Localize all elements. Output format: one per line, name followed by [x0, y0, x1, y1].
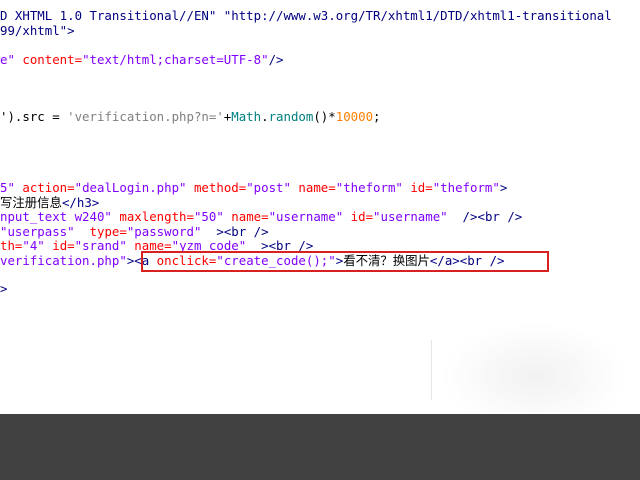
code-token: "theform": [432, 180, 500, 195]
code-token: "post": [246, 180, 291, 195]
bottom-band: [0, 414, 640, 480]
code-token: />: [268, 52, 284, 67]
code-token: 写注册信息: [0, 195, 62, 210]
code-token: 99/xhtml">: [0, 23, 75, 38]
code-token: verification.php": [0, 253, 127, 268]
code-token: "4": [22, 238, 45, 253]
screen-glare-line: [431, 340, 432, 400]
code-line-h3: 写注册信息</h3>: [0, 196, 99, 210]
code-line-userpass: "userpass" type="password" ><br />: [0, 225, 269, 239]
code-token: 10000: [335, 109, 374, 124]
code-token: name=: [223, 209, 269, 224]
code-token: "srand": [74, 238, 127, 253]
code-token: </h3>: [61, 195, 100, 210]
code-token: ').src =: [0, 109, 68, 124]
code-line-meta: e" content="text/html;charset=UTF-8"/>: [0, 53, 283, 67]
code-token: 'verification.php?n=': [67, 109, 224, 124]
code-token: "text/html;charset=UTF-8": [82, 52, 269, 67]
code-token: ()*: [313, 109, 336, 124]
screen-glare: [440, 322, 630, 412]
code-token: /><br />: [447, 209, 523, 224]
code-line-close: >: [0, 282, 7, 296]
code-token: type=: [74, 224, 127, 239]
code-token: id=: [402, 180, 433, 195]
code-token: method=: [186, 180, 247, 195]
code-token: "userpass": [0, 224, 75, 239]
code-token: >: [499, 180, 508, 195]
code-token: "dealLogin.php": [74, 180, 187, 195]
code-token: e": [0, 52, 15, 67]
code-token: "password": [126, 224, 202, 239]
code-token: "50": [193, 209, 224, 224]
code-line-form: 5" action="dealLogin.php" method="post" …: [0, 181, 507, 195]
code-token: id=: [343, 209, 374, 224]
code-line-username: nput_text w240" maxlength="50" name="use…: [0, 210, 522, 224]
code-token: "username": [268, 209, 344, 224]
code-token: action=: [14, 180, 75, 195]
code-line-doctype-2: 99/xhtml">: [0, 24, 75, 38]
code-token: 5": [0, 180, 15, 195]
code-token: Math: [231, 109, 262, 124]
code-token: nput_text w240": [0, 209, 112, 224]
code-token: th=: [0, 238, 23, 253]
code-token: ;: [373, 109, 381, 124]
code-token: D XHTML 1.0 Transitional//EN" "http://ww…: [0, 8, 612, 23]
highlight-annotation-box: [141, 251, 549, 272]
code-token: "username": [373, 209, 448, 224]
code-editor[interactable]: D XHTML 1.0 Transitional//EN" "http://ww…: [0, 0, 640, 414]
code-token: content=: [14, 52, 83, 67]
code-token: name=: [290, 180, 336, 195]
code-token: >: [0, 281, 8, 296]
code-token: "theform": [335, 180, 403, 195]
code-line-script-src: ').src = 'verification.php?n='+Math.rand…: [0, 110, 381, 124]
code-token: maxlength=: [111, 209, 194, 224]
code-token: id=: [44, 238, 75, 253]
code-line-doctype-1: D XHTML 1.0 Transitional//EN" "http://ww…: [0, 9, 612, 23]
code-token: random: [268, 109, 314, 124]
code-token: ><br />: [201, 224, 269, 239]
code-token: .: [261, 109, 269, 124]
